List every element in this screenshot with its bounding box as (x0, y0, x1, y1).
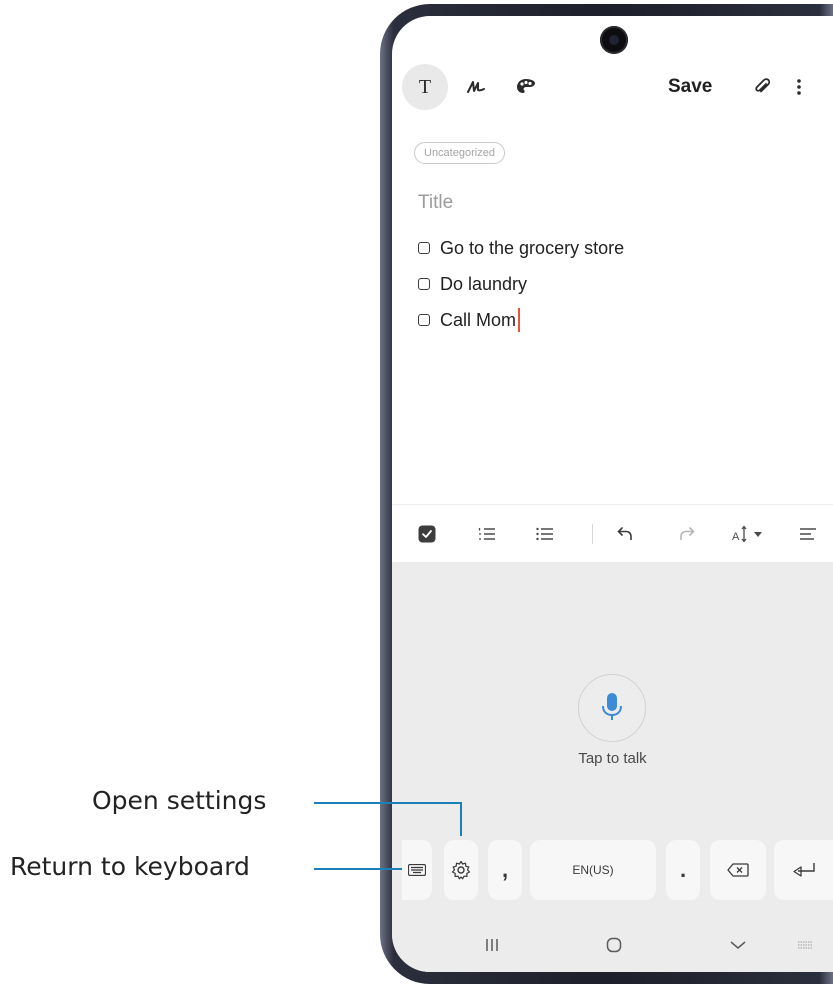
text-mode-icon: T (418, 75, 432, 98)
comma-key-label: , (501, 857, 509, 882)
font-size-icon: A (732, 525, 762, 543)
more-options-icon (797, 79, 801, 95)
checklist-format-button[interactable] (406, 505, 448, 563)
language-key[interactable]: EN(US) (530, 840, 656, 900)
undo-icon (617, 527, 632, 540)
home-button[interactable] (586, 918, 642, 972)
format-toolbar: A (392, 504, 833, 562)
format-divider (588, 505, 596, 563)
font-size-button[interactable]: A (722, 505, 776, 563)
checklist-icon (418, 525, 436, 543)
return-to-keyboard-callout: Return to keyboard (10, 852, 250, 881)
keyboard-toggle-button[interactable] (788, 918, 822, 972)
undo-button[interactable] (604, 505, 646, 563)
bullet-list-icon (536, 527, 553, 541)
drawing-button[interactable] (506, 64, 546, 110)
system-nav-bar (392, 918, 833, 972)
mic-icon (602, 693, 622, 720)
checkbox[interactable] (418, 242, 430, 254)
checklist-item-text[interactable]: Go to the grocery store (440, 238, 624, 259)
checklist-item-text[interactable]: Do laundry (440, 274, 527, 295)
more-options-button[interactable] (786, 64, 812, 110)
palette-icon (517, 79, 535, 93)
handwriting-button[interactable] (456, 64, 496, 110)
save-button[interactable]: Save (668, 76, 712, 98)
text-mode-button[interactable]: T (402, 64, 448, 110)
backspace-key[interactable] (710, 840, 766, 900)
checklist-item-text[interactable]: Call Mom (440, 310, 516, 331)
language-key-label: EN(US) (572, 863, 614, 877)
keyboard-icon (408, 864, 426, 876)
settings-key[interactable] (444, 840, 478, 900)
redo-button[interactable] (666, 505, 708, 563)
back-button[interactable] (710, 918, 766, 972)
front-camera (600, 26, 628, 54)
open-settings-line-horizontal (314, 802, 462, 804)
editor-toolbar: T Save (392, 64, 833, 116)
enter-icon (792, 863, 815, 877)
title-field[interactable]: Title (418, 192, 453, 214)
return-to-keyboard-line (314, 868, 402, 870)
checklist-item[interactable]: Do laundry (418, 266, 624, 302)
svg-text:A: A (732, 531, 740, 543)
voice-key-row: , EN(US) . (392, 840, 833, 900)
return-to-keyboard-key[interactable] (402, 840, 432, 900)
checklist-item[interactable]: Go to the grocery store (418, 230, 624, 266)
open-settings-callout: Open settings (92, 786, 267, 815)
keyboard-toggle-icon (798, 941, 812, 949)
back-icon (730, 941, 746, 949)
period-key[interactable]: . (666, 840, 700, 900)
enter-key[interactable] (774, 840, 833, 900)
attach-button[interactable] (744, 64, 780, 110)
mic-button[interactable] (578, 674, 646, 742)
align-icon (800, 528, 816, 540)
attach-icon (755, 78, 771, 93)
align-button[interactable] (788, 505, 828, 563)
home-icon (606, 937, 622, 953)
phone-screen: T Save Uncategorized Title Go to the gro… (392, 16, 833, 972)
checkbox[interactable] (418, 314, 430, 326)
tap-to-talk-label: Tap to talk (578, 750, 647, 767)
numbered-list-button[interactable] (466, 505, 508, 563)
checklist: Go to the grocery store Do laundry Call … (418, 230, 624, 338)
open-settings-line-vertical (460, 802, 462, 836)
bullet-list-button[interactable] (524, 505, 566, 563)
handwriting-icon (467, 81, 485, 93)
redo-icon (680, 527, 695, 540)
recents-icon (486, 939, 498, 951)
checklist-item[interactable]: Call Mom (418, 302, 624, 338)
text-cursor (518, 308, 521, 332)
period-key-label: . (679, 857, 687, 882)
checkbox[interactable] (418, 278, 430, 290)
comma-key[interactable]: , (488, 840, 522, 900)
category-chip[interactable]: Uncategorized (414, 142, 505, 164)
settings-icon (451, 860, 471, 880)
backspace-icon (727, 863, 749, 877)
voice-input-panel: Tap to talk , EN(US) . (392, 562, 833, 972)
numbered-list-icon (478, 528, 495, 540)
recents-button[interactable] (464, 918, 520, 972)
